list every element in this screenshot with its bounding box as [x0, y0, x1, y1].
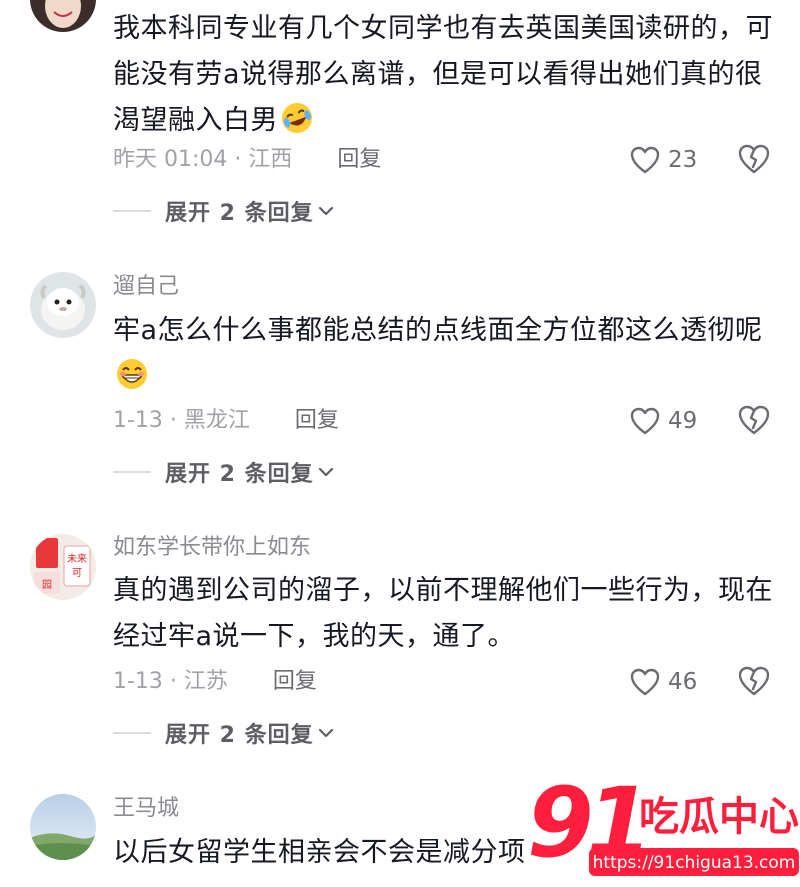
grin-emoji	[115, 357, 149, 391]
avatar[interactable]	[30, 0, 96, 32]
expand-replies-button[interactable]: 展开 2 条回复	[113, 718, 334, 748]
comment-meta: 1-13 · 江苏 回复	[113, 667, 317, 697]
username[interactable]: 王马城	[113, 794, 179, 824]
chevron-down-icon	[318, 467, 333, 477]
timestamp-location: 1-13 · 黑龙江	[113, 408, 250, 433]
expand-replies-label: 展开 2 条回复	[165, 723, 314, 748]
divider-line	[113, 732, 151, 734]
avatar[interactable]: 未来 可 园	[30, 534, 96, 600]
expand-replies-label: 展开 2 条回复	[165, 462, 314, 487]
heart-icon	[630, 146, 660, 174]
chevron-down-icon	[318, 728, 333, 738]
like-button[interactable]: 49	[630, 404, 697, 438]
dislike-button[interactable]	[737, 404, 771, 438]
comment-text: 牢a怎么什么事都能总结的点线面全方位都这么透彻呢	[113, 308, 773, 400]
expand-replies-label: 展开 2 条回复	[165, 201, 314, 226]
like-count: 49	[668, 408, 698, 434]
watermark-url: https://91chigua13.com	[593, 853, 796, 873]
rolling-laugh-emoji	[280, 101, 314, 135]
reply-button[interactable]: 回复	[273, 669, 317, 694]
timestamp-location: 1-13 · 江苏	[113, 669, 228, 694]
dislike-button[interactable]	[737, 143, 771, 177]
reply-button[interactable]: 回复	[295, 408, 339, 433]
broken-heart-icon	[738, 144, 770, 174]
svg-text:可: 可	[72, 568, 82, 579]
svg-text:未来: 未来	[67, 553, 87, 565]
svg-text:园: 园	[42, 579, 52, 591]
like-button[interactable]: 23	[630, 143, 697, 177]
timestamp-location: 昨天 01:04 · 江西	[113, 147, 293, 172]
like-count: 23	[668, 147, 698, 173]
like-button[interactable]: 46	[630, 665, 697, 699]
avatar[interactable]	[30, 794, 96, 860]
divider-line	[113, 471, 151, 473]
expand-replies-button[interactable]: 展开 2 条回复	[113, 457, 334, 487]
avatar[interactable]	[30, 272, 96, 338]
divider-line	[113, 210, 151, 212]
chevron-down-icon	[318, 206, 333, 216]
reply-button[interactable]: 回复	[337, 147, 381, 172]
heart-icon	[630, 407, 660, 435]
expand-replies-button[interactable]: 展开 2 条回复	[113, 196, 334, 226]
username[interactable]: 如东学长带你上如东	[113, 533, 311, 563]
comment-text: 真的遇到公司的溜子，以前不理解他们一些行为，现在经过牢a说一下，我的天，通了。	[113, 575, 773, 652]
dislike-button[interactable]	[737, 665, 771, 699]
comment-meta: 昨天 01:04 · 江西 回复	[113, 145, 381, 175]
username[interactable]: 遛自己	[113, 272, 179, 302]
like-count: 46	[668, 669, 698, 695]
comment-text: 我本科同专业有几个女同学也有去英国美国读研的，可能没有劳a说得那么离谱，但是可以…	[113, 13, 773, 136]
broken-heart-icon	[738, 666, 770, 696]
heart-icon	[630, 668, 660, 696]
broken-heart-icon	[738, 405, 770, 435]
watermark-logo: 91 吃瓜中心 https://91chigua13.com	[525, 767, 800, 883]
watermark-brand: 吃瓜中心	[639, 794, 799, 840]
comment-meta: 1-13 · 黑龙江 回复	[113, 406, 339, 436]
